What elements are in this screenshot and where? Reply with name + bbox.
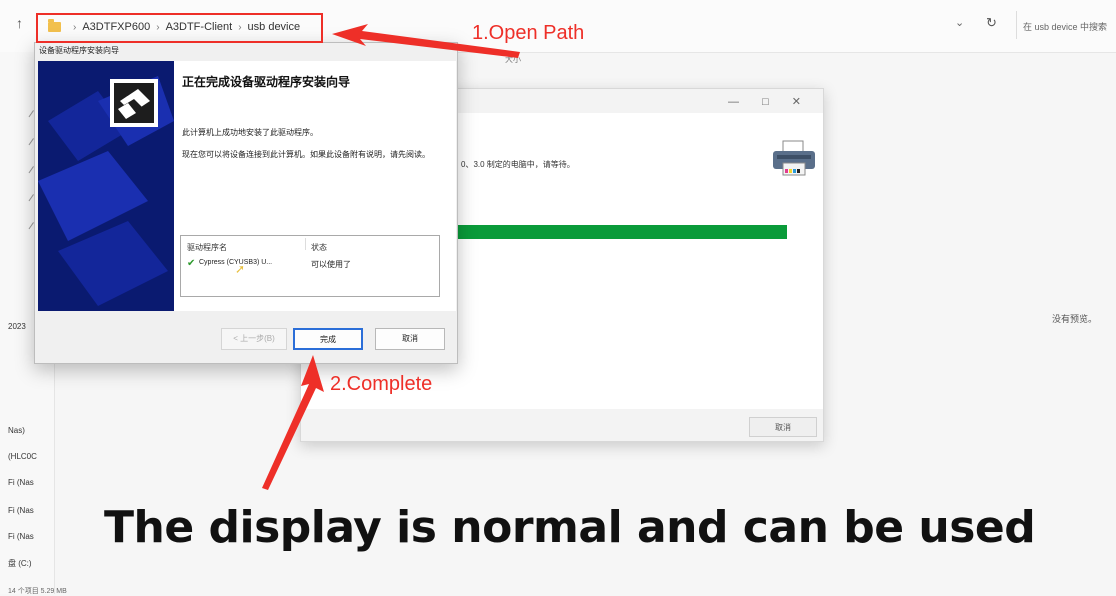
wizard-cancel-button[interactable]: 取消	[375, 328, 445, 350]
wizard-success-text: 此计算机上成功地安装了此驱动程序。	[182, 128, 318, 137]
back-button[interactable]: < 上一步(B)	[221, 328, 287, 350]
driver-table-header-name: 驱动程序名	[187, 243, 227, 252]
nav-item[interactable]: Nas)	[8, 426, 25, 435]
wizard-banner-graphic	[38, 61, 174, 311]
mouse-cursor-icon: ➚	[235, 262, 246, 276]
wizard-side-banner	[38, 61, 174, 311]
wizard-content: 正在完成设备驱动程序安装向导 此计算机上成功地安装了此驱动程序。 现在您可以将设…	[174, 61, 456, 311]
wizard-instruction-text: 现在您可以将设备连接到此计算机。如果此设备附有说明，请先阅读。	[182, 150, 430, 159]
size-column-header[interactable]: 大小	[505, 54, 521, 65]
install-message: 0、3.0 制定的电脑中，请等待。	[461, 160, 575, 169]
installer-cancel-button[interactable]: 取消	[749, 417, 817, 437]
nav-item[interactable]: 盘 (C:)	[8, 558, 32, 569]
window-controls[interactable]: — □ ✕	[728, 95, 811, 108]
nav-item[interactable]: Fi (Nas	[8, 506, 34, 515]
search-input[interactable]: 在 usb device 中搜索	[1016, 11, 1116, 39]
printer-icon	[773, 140, 815, 176]
column-divider	[305, 238, 306, 250]
nav-item[interactable]: 2023	[8, 322, 26, 331]
no-preview-text: 没有预览。	[1052, 314, 1098, 324]
driver-table-header-status: 状态	[311, 243, 327, 252]
finish-button[interactable]: 完成	[293, 328, 363, 350]
up-arrow-icon[interactable]: ↑	[16, 15, 23, 31]
status-bar: 14 个项目 5.29 MB	[8, 588, 67, 595]
step2-label: 2.Complete	[330, 373, 433, 395]
nav-item[interactable]: (HLC0C	[8, 452, 37, 461]
open-path-highlight-box	[36, 13, 323, 43]
caption-text: The display is normal and can be used	[104, 502, 1036, 553]
driver-table: 驱动程序名 状态 ✔ Cypress (CYUSB3) U... 可以使用了 ➚	[180, 235, 440, 297]
driver-status: 可以使用了	[311, 260, 351, 269]
install-progress-fill	[455, 225, 787, 239]
wizard-heading: 正在完成设备驱动程序安装向导	[182, 75, 351, 89]
step1-label: 1.Open Path	[472, 22, 585, 44]
refresh-icon[interactable]: ↻	[986, 15, 997, 31]
nav-item[interactable]: Fi (Nas	[8, 478, 34, 487]
driver-wizard-dialog: 设备驱动程序安装向导 正在完成设备驱动程序安装向导 此计算机上成功地安装了此驱动…	[34, 42, 458, 364]
chevron-down-icon[interactable]: ⌄	[955, 16, 964, 29]
wizard-title: 设备驱动程序安装向导	[39, 46, 119, 55]
install-progress-bar	[455, 225, 787, 239]
checkmark-icon: ✔	[187, 258, 196, 269]
nav-item[interactable]: Fi (Nas	[8, 532, 34, 541]
